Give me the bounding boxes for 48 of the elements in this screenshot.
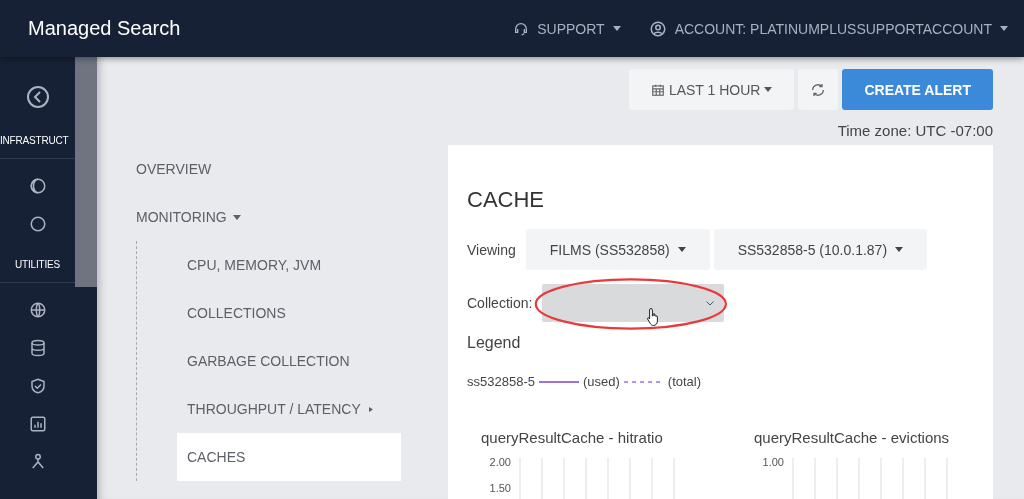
shield-check-icon [28, 377, 47, 395]
nav-item[interactable]: CPU, MEMORY, JVM [177, 241, 401, 289]
support-menu[interactable]: SUPPORT [513, 20, 621, 37]
chevron-left-icon [25, 85, 50, 109]
refresh-button[interactable] [798, 69, 839, 110]
headset-icon [513, 20, 530, 37]
legend-total: (total) [667, 374, 702, 389]
account-menu[interactable]: ACCOUNT: PLATINUMPLUSSUPPORTACCOUNT [648, 19, 1008, 38]
legend-series: ss532858-5 [467, 374, 535, 389]
axis-tick-label: 1.50 [489, 482, 511, 494]
nav-item[interactable]: OVERVIEW [136, 145, 448, 193]
globe-icon [28, 301, 47, 319]
caret-icon [764, 87, 773, 92]
viewing-dropdown[interactable]: SS532858-5 (10.0.1.87) [713, 229, 928, 270]
axis-tick-label: 1.00 [762, 456, 784, 468]
create-alert-button[interactable]: CREATE ALERT [842, 69, 993, 110]
moon-circle-icon [28, 177, 47, 195]
calendar-icon [650, 82, 665, 97]
legend-used: (used) [582, 374, 620, 389]
collection-label: Collection: [467, 295, 533, 311]
viewing-dropdown[interactable]: FILMS (SS532858) [525, 229, 710, 270]
timezone-label: Time zone: UTC -07:00 [837, 122, 993, 139]
caret-icon [366, 406, 375, 412]
bar-chart-icon [28, 415, 47, 433]
nav-item[interactable]: MONITORING [136, 193, 448, 241]
collection-select[interactable] [542, 284, 725, 322]
user-icon [648, 19, 667, 38]
app-title: Managed Search [28, 17, 182, 40]
nav-item[interactable]: CACHES [177, 433, 401, 481]
time-range-dropdown[interactable]: LAST 1 HOUR [628, 69, 795, 110]
chart-title: queryResultCache - hitratio [480, 429, 664, 446]
nav-item[interactable]: THROUGHPUT / LATENCY [177, 385, 401, 433]
caret-icon [612, 26, 621, 31]
caret-icon [677, 247, 686, 252]
viewing-label: Viewing [467, 241, 516, 258]
refresh-icon [810, 81, 827, 98]
legend-title: Legend [467, 334, 522, 352]
card-title: CACHE [467, 187, 545, 213]
caret-icon [1000, 26, 1008, 31]
circle-icon [28, 215, 47, 233]
caret-icon [232, 214, 241, 220]
nav-item[interactable]: COLLECTIONS [177, 289, 401, 337]
nav-item[interactable]: GARBAGE COLLECTION [177, 337, 401, 385]
scrollbar-thumb[interactable] [75, 57, 97, 287]
caret-icon [895, 247, 904, 252]
chart-title: queryResultCache - evictions [753, 429, 951, 446]
axis-tick-label: 2.00 [489, 456, 511, 468]
database-icon [28, 339, 47, 357]
